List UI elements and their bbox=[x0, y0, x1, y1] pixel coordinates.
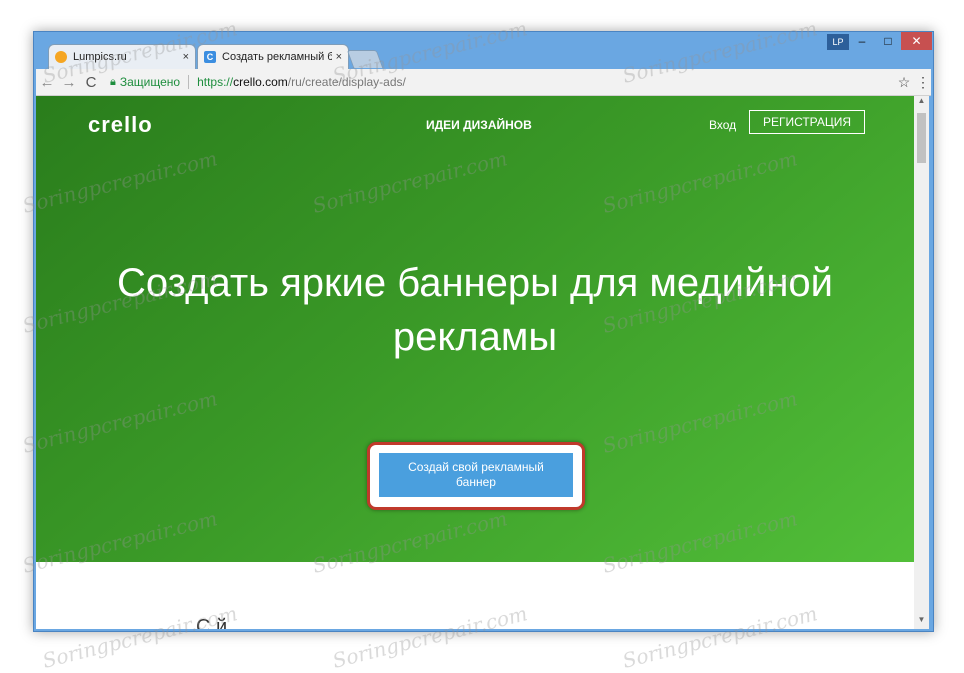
user-profile-badge[interactable]: LP bbox=[827, 34, 849, 50]
title-bar: Lumpics.ru × C Создать рекламный баннер … bbox=[34, 32, 933, 69]
tab-title: Создать рекламный баннер bbox=[222, 51, 332, 63]
url-path: /ru/create/display-ads/ bbox=[287, 75, 406, 89]
cta-highlight: Создай свой рекламный баннер bbox=[367, 442, 585, 510]
tab-crello[interactable]: C Создать рекламный баннер × bbox=[197, 44, 349, 69]
url-scheme: https:// bbox=[197, 75, 234, 89]
create-banner-button[interactable]: Создай свой рекламный баннер bbox=[379, 453, 573, 497]
scroll-up-icon[interactable]: ▲ bbox=[914, 96, 929, 110]
browser-toolbar: ← → C 🔒︎ Защищено https:// crello.com /r… bbox=[36, 69, 931, 96]
reload-icon[interactable]: C bbox=[80, 74, 102, 91]
register-button[interactable]: РЕГИСТРАЦИЯ bbox=[749, 110, 865, 134]
browser-window: Lumpics.ru × C Создать рекламный баннер … bbox=[33, 31, 934, 632]
vertical-scrollbar[interactable]: ▲ ▼ bbox=[914, 96, 929, 629]
cta-label: Создай свой рекламный баннер bbox=[408, 460, 544, 490]
url-host: crello.com bbox=[233, 75, 288, 89]
menu-dots-icon[interactable]: ⋮ bbox=[915, 74, 931, 91]
address-bar[interactable]: 🔒︎ Защищено https:// crello.com /ru/crea… bbox=[110, 72, 893, 92]
hero-section: crello ИДЕИ ДИЗАЙНОВ Вход РЕГИСТРАЦИЯ Со… bbox=[36, 96, 914, 562]
section-heading-partial: С й bbox=[196, 616, 228, 629]
divider bbox=[188, 75, 190, 89]
back-icon[interactable]: ← bbox=[36, 74, 58, 91]
minimize-button[interactable]: – bbox=[849, 32, 875, 50]
lumpics-orange-icon bbox=[55, 51, 67, 63]
secure-label: Защищено bbox=[119, 75, 181, 89]
hero-headline: Создать яркие баннеры для медийной рекла… bbox=[116, 261, 834, 359]
tab-lumpics[interactable]: Lumpics.ru × bbox=[48, 44, 196, 69]
login-link[interactable]: Вход bbox=[709, 118, 736, 132]
maximize-button[interactable]: □ bbox=[875, 32, 901, 50]
forward-icon[interactable]: → bbox=[58, 74, 80, 91]
close-window-button[interactable]: ✕ bbox=[901, 32, 932, 50]
lock-icon: 🔒︎ bbox=[110, 75, 116, 88]
scroll-thumb[interactable] bbox=[917, 113, 926, 163]
tab-title: Lumpics.ru bbox=[73, 51, 127, 63]
scroll-down-icon[interactable]: ▼ bbox=[914, 615, 929, 629]
close-icon[interactable]: × bbox=[183, 51, 189, 63]
bookmark-star-icon[interactable]: ☆ bbox=[893, 74, 915, 91]
close-icon[interactable]: × bbox=[336, 51, 342, 63]
cta-label-line2: баннер bbox=[456, 475, 496, 489]
cta-label-line1: Создай свой рекламный bbox=[408, 460, 544, 474]
crello-c-icon: C bbox=[204, 51, 216, 63]
new-tab-button[interactable] bbox=[346, 50, 384, 68]
page-viewport: crello ИДЕИ ДИЗАЙНОВ Вход РЕГИСТРАЦИЯ Со… bbox=[36, 96, 914, 629]
nav-design-ideas[interactable]: ИДЕИ ДИЗАЙНОВ bbox=[426, 118, 532, 132]
crello-logo[interactable]: crello bbox=[88, 112, 153, 138]
